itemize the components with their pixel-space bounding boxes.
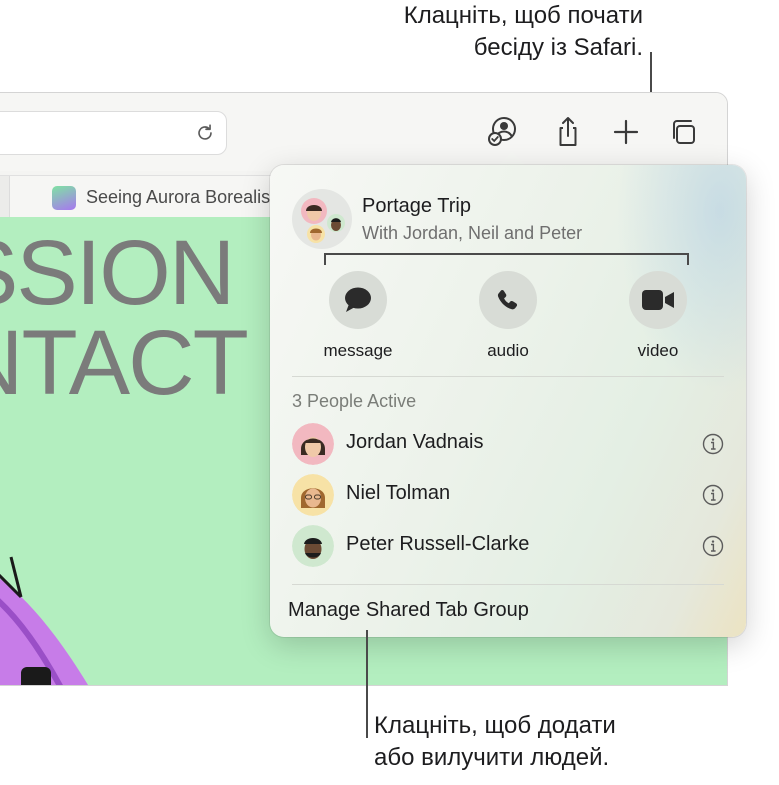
message-button[interactable]: message	[313, 271, 403, 361]
callout-bottom-line-2: або вилучити людей.	[374, 744, 610, 771]
reload-icon[interactable]	[194, 122, 216, 144]
callout-bottom-leader	[366, 630, 368, 738]
participant-name: Peter Russell-Clarke	[346, 533, 530, 555]
new-tab-plus-icon[interactable]	[609, 115, 643, 149]
tab-overview-icon[interactable]	[667, 115, 701, 149]
address-bar[interactable]	[0, 111, 227, 155]
callout-top-line-1: Клацніть, щоб почати	[403, 2, 643, 29]
message-button-circle	[329, 271, 387, 329]
divider-top	[292, 376, 724, 377]
message-bubble-icon	[345, 287, 371, 312]
callout-top-line-2: бесіду із Safari.	[473, 34, 643, 61]
actions-bracket	[324, 253, 688, 255]
actions-bracket-left	[324, 253, 326, 265]
memoji-niel-icon	[292, 474, 334, 516]
participant-name: Jordan Vadnais	[346, 431, 484, 453]
info-icon[interactable]	[702, 535, 724, 557]
callout-bottom-line-1: Клацніть, щоб додати	[374, 712, 616, 739]
participant-avatar	[292, 423, 334, 465]
toolbar	[0, 93, 727, 171]
participant-avatar	[292, 525, 334, 567]
audio-button[interactable]: audio	[463, 271, 553, 361]
participant-name: Niel Tolman	[346, 482, 451, 504]
tab-favicon-icon	[52, 186, 76, 210]
video-camera-icon	[642, 290, 674, 310]
video-button[interactable]: video	[613, 271, 703, 361]
participant-row[interactable]: Peter Russell-Clarke	[270, 523, 746, 571]
memoji-jordan-icon	[292, 423, 334, 465]
participant-row[interactable]: Jordan Vadnais	[270, 421, 746, 469]
divider-bottom	[292, 584, 724, 585]
group-name: Portage Trip	[362, 195, 471, 217]
page-headline-line-2: NTACT	[0, 312, 249, 414]
video-label: video	[637, 341, 679, 360]
actions-bracket-right	[687, 253, 689, 265]
video-button-circle	[629, 271, 687, 329]
group-avatar	[292, 189, 352, 249]
info-icon[interactable]	[702, 433, 724, 455]
memoji-peter-icon	[292, 525, 334, 567]
active-people-heading: 3 People Active	[292, 391, 417, 411]
phone-icon	[497, 290, 518, 310]
tab-seeing-aurora-borealis[interactable]: Seeing Aurora Borealis	[9, 176, 309, 218]
shared-tab-group-icon[interactable]	[485, 115, 519, 149]
callout-add-remove-people: Клацніть, щоб додати або вилучити людей.	[374, 710, 754, 774]
message-label: message	[323, 341, 393, 360]
participant-avatar	[292, 474, 334, 516]
callout-start-conversation: Клацніть, щоб почати бесіду із Safari.	[283, 0, 643, 64]
manage-shared-tab-group-button[interactable]: Manage Shared Tab Group	[288, 599, 529, 622]
tab-title: Seeing Aurora Borealis	[86, 187, 271, 207]
shared-tab-group-popover: Portage Trip With Jordan, Neil and Peter…	[270, 165, 746, 637]
group-subtitle: With Jordan, Neil and Peter	[362, 223, 583, 243]
group-memoji-icon	[301, 198, 345, 243]
audio-label: audio	[487, 341, 529, 360]
audio-button-circle	[479, 271, 537, 329]
page-illustration	[0, 556, 88, 685]
page-headline-line-1: SSION	[0, 222, 235, 324]
share-icon[interactable]	[551, 115, 585, 149]
popover-caret	[498, 152, 526, 166]
participant-row[interactable]: Niel Tolman	[270, 472, 746, 520]
info-icon[interactable]	[702, 484, 724, 506]
